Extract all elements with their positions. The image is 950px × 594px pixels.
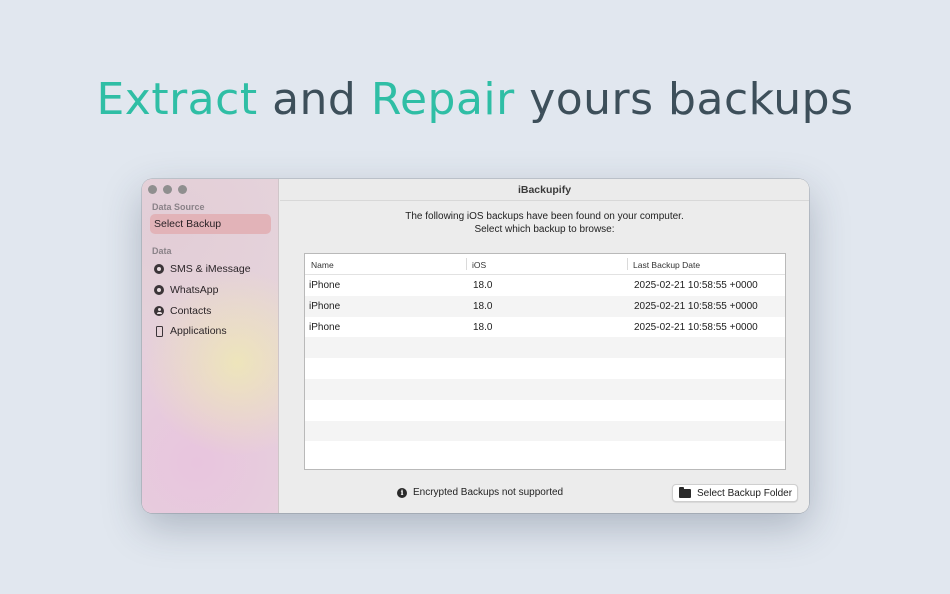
sidebar-item-sms[interactable]: SMS & iMessage: [154, 263, 251, 275]
headline-and: and: [257, 74, 371, 125]
cell-date: 2025-02-21 10:58:55 +0000: [634, 280, 758, 291]
select-backup-folder-label: Select Backup Folder: [697, 487, 793, 499]
empty-row: [305, 400, 785, 421]
headline-extract: Extract: [96, 74, 258, 125]
empty-row: [305, 378, 785, 400]
minimize-window-button[interactable]: [163, 185, 172, 194]
sidebar-item-label: SMS & iMessage: [170, 263, 251, 275]
empty-row: [305, 358, 785, 379]
cell-date: 2025-02-21 10:58:55 +0000: [634, 300, 758, 312]
close-window-button[interactable]: [148, 185, 157, 194]
cell-name: iPhone: [309, 321, 341, 333]
window-controls: [148, 185, 187, 194]
window-title: iBackupify: [280, 179, 809, 201]
person-circle-icon: [154, 306, 164, 316]
table-body: iPhone 18.0 2025-02-21 10:58:55 +0000 iP…: [305, 275, 785, 462]
select-backup-folder-button[interactable]: Select Backup Folder: [672, 484, 798, 502]
table-row[interactable]: iPhone 18.0 2025-02-21 10:58:55 +0000: [305, 295, 785, 317]
table-row[interactable]: iPhone 18.0 2025-02-21 10:58:55 +0000: [305, 317, 785, 338]
zoom-window-button[interactable]: [178, 185, 187, 194]
empty-row: [305, 441, 785, 462]
headline-repair: Repair: [370, 74, 515, 125]
app-window: Data Source Select Backup Data SMS & iMe…: [142, 179, 809, 513]
column-header-name[interactable]: Name: [305, 254, 466, 274]
sidebar-item-label: Applications: [170, 325, 227, 337]
sidebar: Data Source Select Backup Data SMS & iMe…: [142, 179, 279, 513]
intro-line-2: Select which backup to browse:: [474, 223, 615, 235]
encrypted-note-text: Encrypted Backups not supported: [413, 487, 564, 498]
intro-text: The following iOS backups have been foun…: [280, 211, 809, 236]
sidebar-item-contacts[interactable]: Contacts: [154, 305, 211, 317]
empty-row: [305, 420, 785, 442]
info-icon: i: [397, 487, 407, 498]
cell-ios: 18.0: [473, 321, 493, 333]
cell-name: iPhone: [309, 280, 341, 291]
table-header: Name iOS Last Backup Date: [305, 254, 785, 275]
cell-ios: 18.0: [473, 300, 493, 312]
headline-rest: yours backups: [514, 74, 854, 125]
encrypted-note: i Encrypted Backups not supported: [397, 487, 563, 498]
intro-line-1: The following iOS backups have been foun…: [405, 211, 684, 222]
folder-icon: [679, 486, 691, 498]
cell-ios: 18.0: [473, 280, 493, 291]
sidebar-item-whatsapp[interactable]: WhatsApp: [154, 284, 218, 296]
sidebar-item-select-backup[interactable]: Select Backup: [150, 214, 271, 234]
whatsapp-icon: [154, 285, 164, 295]
sidebar-item-label: WhatsApp: [170, 284, 219, 296]
cell-name: iPhone: [309, 300, 341, 312]
backups-table: Name iOS Last Backup Date iPhone 18.0 20…: [304, 253, 786, 470]
data-section-label: Data: [152, 246, 172, 256]
empty-row: [305, 337, 785, 359]
sidebar-item-label: Contacts: [170, 305, 212, 317]
headline: Extract and Repair yours backups: [0, 74, 950, 125]
cell-date: 2025-02-21 10:58:55 +0000: [634, 321, 758, 333]
phone-icon: [156, 325, 163, 337]
column-header-ios[interactable]: iOS: [466, 254, 627, 274]
message-circle-icon: [154, 264, 164, 274]
sidebar-item-applications[interactable]: Applications: [154, 325, 227, 337]
column-header-last-backup-date[interactable]: Last Backup Date: [627, 254, 785, 274]
data-source-section-label: Data Source: [152, 202, 205, 212]
table-row[interactable]: iPhone 18.0 2025-02-21 10:58:55 +0000: [305, 275, 785, 296]
main-panel: iBackupify The following iOS backups hav…: [280, 179, 809, 513]
